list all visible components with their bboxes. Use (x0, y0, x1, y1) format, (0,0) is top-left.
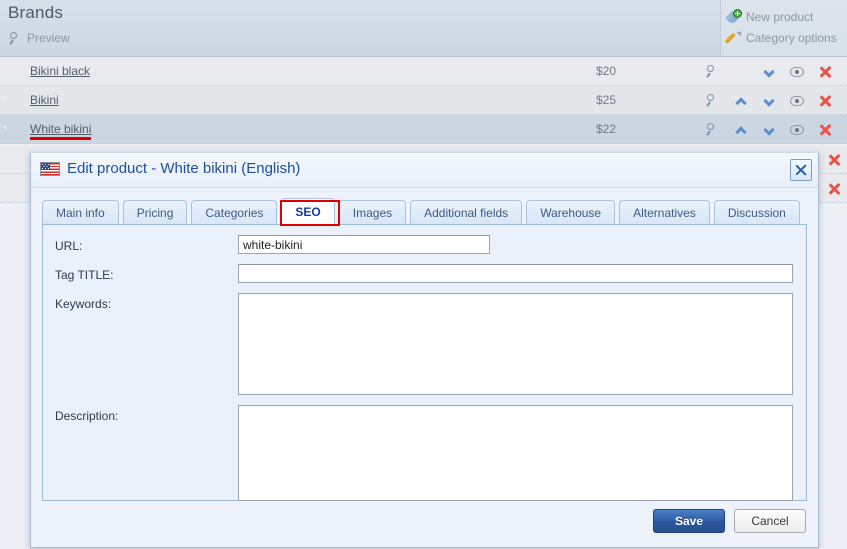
move-up-icon[interactable] (727, 115, 755, 144)
product-price: $20 (595, 64, 616, 78)
row-actions (699, 86, 839, 115)
product-list: Bikini black $20 Bikini $25 White bikini… (0, 57, 847, 144)
field-row-description: Description: (55, 405, 794, 501)
tab-pricing[interactable]: Pricing (122, 200, 188, 224)
pencil-edit-icon (727, 31, 741, 45)
tab-alternatives[interactable]: Alternatives (619, 200, 710, 224)
magnifier-icon (10, 31, 23, 45)
field-row-tag-title: Tag TITLE: (55, 264, 794, 283)
table-row[interactable]: Bikini black $20 (0, 57, 847, 86)
tab-categories[interactable]: Categories (191, 200, 278, 224)
seo-tab-panel: URL: Tag TITLE: Keywords: Description: (42, 224, 807, 501)
description-label: Description: (55, 409, 119, 423)
tag-icon (8, 124, 23, 136)
delete-icon[interactable] (827, 153, 841, 167)
tag-icon (8, 154, 23, 166)
action-panel: New product Category options (720, 0, 847, 56)
save-button[interactable]: Save (653, 509, 725, 533)
tag-icon (8, 95, 23, 107)
delete-icon[interactable] (811, 57, 839, 86)
tag-icon (8, 183, 23, 195)
product-name-link[interactable]: Bikini (30, 93, 59, 107)
table-row[interactable]: Bikini $25 (0, 86, 847, 115)
tag-title-input[interactable] (238, 264, 793, 283)
dialog-title: Edit product - White bikini (English) (67, 160, 301, 177)
edit-product-dialog: Edit product - White bikini (English) Ma… (30, 152, 819, 548)
move-down-icon[interactable] (755, 86, 783, 115)
product-price: $22 (595, 122, 616, 136)
move-down-icon[interactable] (755, 57, 783, 86)
tab-discussion[interactable]: Discussion (713, 200, 800, 224)
page-header: Brands Preview New product Category opti… (0, 0, 847, 57)
move-up-placeholder (727, 57, 755, 86)
preview-eye-icon[interactable] (783, 57, 811, 86)
field-row-url: URL: (55, 235, 794, 254)
new-product-label: New product (746, 9, 814, 24)
move-up-icon[interactable] (727, 86, 755, 115)
product-name-link[interactable]: White bikini (30, 122, 92, 140)
us-flag-icon (40, 162, 60, 176)
product-price: $25 (595, 93, 616, 107)
cancel-button[interactable]: Cancel (734, 509, 806, 533)
preview-label: Preview (27, 31, 70, 45)
delete-icon[interactable] (811, 86, 839, 115)
preview-eye-icon[interactable] (783, 86, 811, 115)
keywords-label: Keywords: (55, 297, 112, 311)
field-row-keywords: Keywords: (55, 293, 794, 395)
tab-images[interactable]: Images (338, 200, 407, 224)
delete-icon[interactable] (827, 182, 841, 196)
preview-link[interactable]: Preview (10, 31, 70, 45)
dialog-title-bar: Edit product - White bikini (English) (31, 153, 818, 188)
search-icon[interactable] (699, 86, 727, 115)
category-options-button[interactable]: Category options (727, 27, 847, 48)
footer-buttons: Save Cancel (653, 509, 806, 533)
preview-eye-icon[interactable] (783, 115, 811, 144)
page-title: Brands (8, 3, 64, 22)
url-label: URL: (55, 239, 83, 253)
new-product-button[interactable]: New product (724, 6, 847, 27)
row-actions (699, 115, 839, 144)
row-actions (699, 57, 839, 86)
new-product-tag-icon (724, 8, 742, 25)
tag-title-label: Tag TITLE: (55, 268, 114, 282)
tab-seo[interactable]: SEO (281, 198, 335, 224)
search-icon[interactable] (699, 57, 727, 86)
dialog-footer: Save Cancel (31, 501, 818, 547)
tab-strip: Main info Pricing Categories SEO Images … (42, 197, 818, 226)
product-name-link[interactable]: Bikini black (30, 64, 90, 78)
move-down-icon[interactable] (755, 115, 783, 144)
tag-icon (8, 66, 23, 78)
tab-main-info[interactable]: Main info (42, 200, 119, 224)
search-icon[interactable] (699, 115, 727, 144)
category-options-label: Category options (746, 30, 837, 45)
tab-additional-fields[interactable]: Additional fields (410, 200, 523, 224)
url-input[interactable] (238, 235, 490, 254)
tab-warehouse[interactable]: Warehouse (526, 200, 616, 224)
keywords-textarea[interactable] (238, 293, 793, 395)
description-textarea[interactable] (238, 405, 793, 501)
close-icon[interactable] (790, 159, 812, 181)
table-row[interactable]: White bikini $22 (0, 115, 847, 144)
delete-icon[interactable] (811, 115, 839, 144)
